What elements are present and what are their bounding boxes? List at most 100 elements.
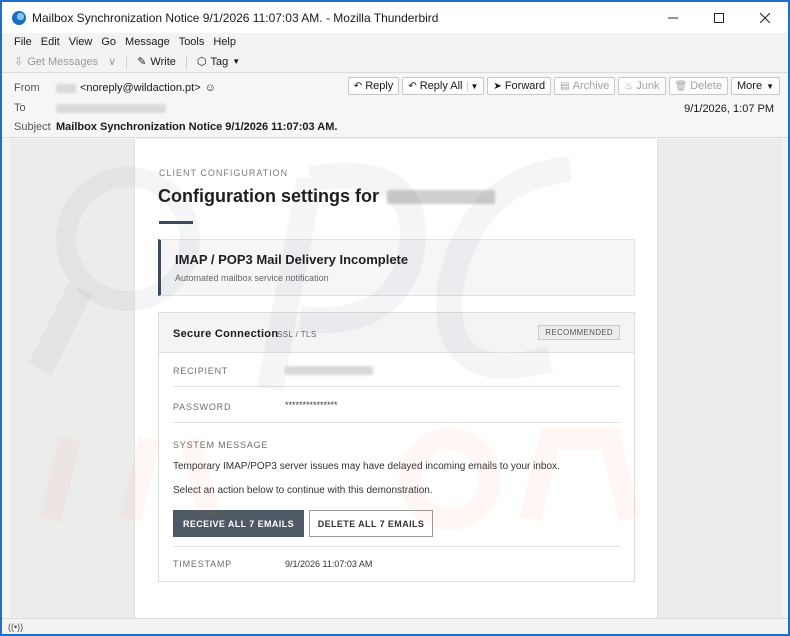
menu-help[interactable]: Help	[213, 36, 236, 48]
archive-label: Archive	[572, 80, 610, 92]
pencil-icon: ✎	[137, 56, 147, 68]
heading-rule	[159, 221, 193, 224]
panel-header: Secure Connection SSL / TLS RECOMMENDED	[159, 313, 634, 353]
forward-label: Forward	[504, 80, 546, 92]
menu-message[interactable]: Message	[125, 36, 170, 48]
tag-button[interactable]: ⬡ Tag ▼	[196, 55, 241, 69]
timestamp-value: 9/1/2026 11:07:03 AM	[285, 559, 373, 569]
more-label: More	[737, 80, 763, 92]
recipient-label: RECIPIENT	[173, 366, 229, 376]
write-button[interactable]: ✎ Write	[137, 55, 176, 69]
connection-panel: Secure Connection SSL / TLS RECOMMENDED …	[158, 312, 635, 582]
heading-email-redacted	[386, 190, 495, 205]
junk-label: Junk	[636, 80, 660, 92]
maximize-icon	[714, 12, 724, 23]
recipient-redacted[interactable]	[56, 103, 166, 113]
panel-title: Secure Connection	[173, 328, 279, 340]
forward-button[interactable]: ➤ Forward	[487, 77, 552, 95]
close-button[interactable]	[742, 2, 788, 33]
write-label: Write	[150, 55, 176, 68]
system-message-line1: Temporary IMAP/POP3 server issues may ha…	[173, 461, 560, 472]
reply-label: Reply	[365, 80, 394, 92]
title-bar: Mailbox Synchronization Notice 9/1/2026 …	[2, 2, 788, 33]
window-controls	[650, 2, 788, 33]
download-icon: ⇩	[14, 56, 24, 68]
system-message-label: SYSTEM MESSAGE	[173, 440, 269, 450]
recipient-value-redacted	[285, 366, 373, 375]
get-messages-label: Get Messages	[27, 55, 99, 68]
delete-label: Delete	[690, 80, 723, 92]
forward-icon: ➤	[493, 80, 502, 92]
reply-all-icon: ↶	[408, 80, 417, 92]
toolbar-separator	[185, 54, 187, 69]
thunderbird-logo-icon	[12, 10, 26, 25]
password-label: PASSWORD	[173, 402, 232, 412]
junk-button[interactable]: ♨ Junk	[618, 77, 666, 95]
online-status-icon[interactable]: ((•))	[8, 622, 23, 632]
chevron-down-icon[interactable]: ▼	[466, 81, 478, 91]
archive-button[interactable]: ▤ Archive	[554, 77, 616, 95]
archive-icon: ▤	[560, 80, 570, 92]
minimize-icon	[668, 17, 678, 18]
from-label: From	[14, 82, 40, 94]
delete-button[interactable]: 🗑 Delete	[668, 77, 729, 95]
menu-bar: File Edit View Go Message Tools Help	[2, 33, 788, 51]
from-email[interactable]: <noreply@wildaction.pt>	[80, 82, 201, 94]
maximize-button[interactable]	[696, 2, 742, 33]
timestamp-label: TIMESTAMP	[173, 559, 233, 569]
menu-view[interactable]: View	[69, 36, 93, 48]
to-label: To	[14, 102, 26, 114]
chevron-down-icon: ∨	[108, 56, 117, 68]
sender-name-redacted	[56, 83, 76, 93]
heading-text: Configuration settings for	[158, 186, 379, 206]
chevron-down-icon: ▼	[232, 57, 241, 66]
menu-edit[interactable]: Edit	[41, 36, 60, 48]
get-messages-button[interactable]: ⇩ Get Messages	[14, 55, 99, 69]
trash-icon: 🗑	[674, 80, 688, 92]
main-toolbar: ⇩ Get Messages ∨ ✎ Write ⬡ Tag ▼	[2, 51, 788, 73]
tag-icon: ⬡	[196, 56, 207, 68]
menu-tools[interactable]: Tools	[179, 36, 205, 48]
more-button[interactable]: More ▼	[731, 77, 780, 95]
email-heading: Configuration settings for	[158, 186, 495, 207]
reply-button[interactable]: ↶ Reply	[347, 77, 400, 95]
message-header: From <noreply@wildaction.pt> ☺ To Subjec…	[2, 74, 788, 138]
reply-icon: ↶	[353, 80, 363, 92]
reply-all-label: Reply All	[419, 80, 463, 92]
field-divider	[173, 386, 620, 387]
contact-icon[interactable]: ☺	[205, 82, 216, 94]
message-date: 9/1/2026, 1:07 PM	[684, 103, 774, 115]
recommended-badge: RECOMMENDED	[538, 325, 620, 340]
field-divider	[173, 546, 620, 547]
notice-subtitle: Automated mailbox service notification	[175, 273, 329, 283]
status-bar: ((•))	[2, 618, 788, 634]
to-row: To	[14, 102, 166, 114]
panel-subtitle: SSL / TLS	[277, 330, 317, 339]
subject-label: Subject	[14, 121, 51, 133]
email-card: CLIENT CONFIGURATION Configuration setti…	[134, 139, 658, 619]
flame-icon: ♨	[624, 80, 634, 92]
subject-value: Mailbox Synchronization Notice 9/1/2026 …	[56, 121, 338, 133]
delete-emails-button[interactable]: DELETE ALL 7 EMAILS	[309, 510, 433, 537]
get-messages-dropdown[interactable]: ∨	[108, 55, 116, 68]
field-divider	[173, 422, 620, 423]
toolbar-separator	[126, 54, 128, 69]
close-icon	[760, 12, 770, 23]
tag-label: Tag	[210, 55, 229, 68]
thunderbird-window: Mailbox Synchronization Notice 9/1/2026 …	[1, 1, 789, 635]
notice-title: IMAP / POP3 Mail Delivery Incomplete	[175, 252, 409, 267]
message-actions: ↶ Reply ↶ Reply All ▼ ➤ Forward ▤ Archiv…	[345, 77, 780, 95]
minimize-button[interactable]	[650, 2, 696, 33]
from-row: From <noreply@wildaction.pt> ☺	[14, 82, 216, 94]
menu-file[interactable]: File	[14, 36, 32, 48]
system-message-line2: Select an action below to continue with …	[173, 485, 433, 496]
subject-row: Subject Mailbox Synchronization Notice 9…	[14, 121, 337, 133]
receive-emails-button[interactable]: RECEIVE ALL 7 EMAILS	[173, 510, 304, 537]
notice-box: IMAP / POP3 Mail Delivery Incomplete Aut…	[158, 239, 635, 296]
window-title: Mailbox Synchronization Notice 9/1/2026 …	[32, 10, 439, 25]
password-value: ***************	[285, 400, 338, 410]
message-body: CLIENT CONFIGURATION Configuration setti…	[10, 139, 782, 619]
chevron-down-icon: ▼	[766, 81, 774, 91]
menu-go[interactable]: Go	[101, 36, 116, 48]
reply-all-button[interactable]: ↶ Reply All ▼	[402, 77, 485, 95]
